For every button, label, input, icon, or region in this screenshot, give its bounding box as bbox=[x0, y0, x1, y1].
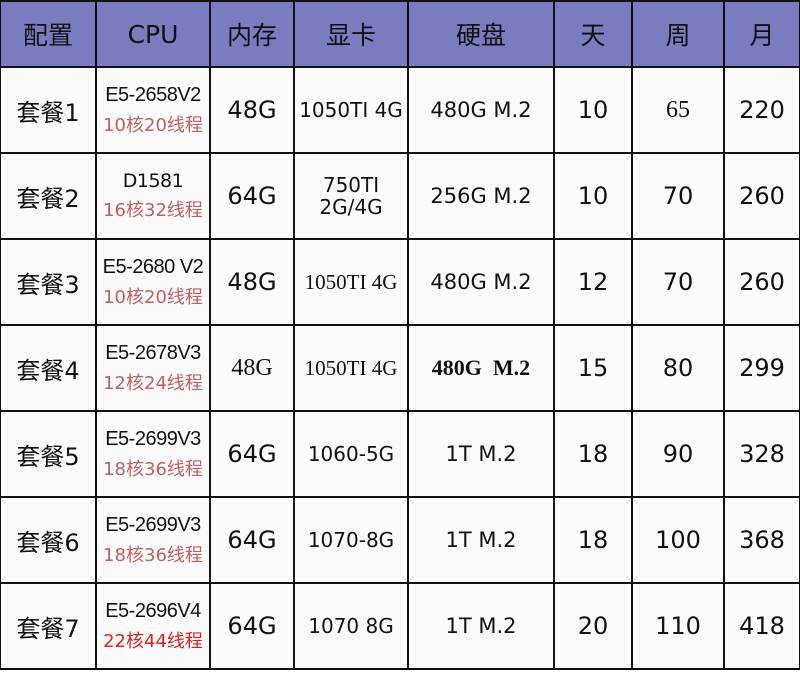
cpu-cell: E5-2678V3 12核24线程 bbox=[95, 324, 211, 412]
disk: 480G M.2 bbox=[407, 238, 555, 326]
package-name: 套餐3 bbox=[0, 238, 97, 326]
disk: 1T M.2 bbox=[407, 582, 555, 670]
price-month: 220 bbox=[723, 66, 800, 154]
table-row: 套餐5 E5-2699V3 18核36线程 64G 1060-5G 1T M.2 … bbox=[0, 410, 800, 498]
cpu-model: E5-2696V4 bbox=[105, 599, 201, 622]
price-week: 70 bbox=[631, 238, 725, 326]
price-day: 15 bbox=[553, 324, 633, 412]
price-month: 260 bbox=[723, 238, 800, 326]
cpu-cell: E5-2699V3 18核36线程 bbox=[95, 410, 211, 498]
cpu-cell: E5-2699V3 18核36线程 bbox=[95, 496, 211, 584]
table-row: 套餐2 D1581 16核32线程 64G 750TI 2G/4G 256G M.… bbox=[0, 152, 800, 240]
cpu-threads: 16核32线程 bbox=[103, 200, 203, 221]
price-day: 18 bbox=[553, 410, 633, 498]
header-row: 配置 CPU 内存 显卡 硬盘 天 周 月 bbox=[0, 0, 800, 68]
header-gpu: 显卡 bbox=[293, 0, 409, 68]
disk: 480G M.2 bbox=[407, 324, 555, 412]
disk: 1T M.2 bbox=[407, 496, 555, 584]
price-month: 328 bbox=[723, 410, 800, 498]
table-row: 套餐1 E5-2658V2 10核20线程 48G 1050TI 4G 480G … bbox=[0, 66, 800, 154]
cpu-threads: 18核36线程 bbox=[103, 544, 203, 566]
gpu: 1050TI 4G bbox=[293, 324, 409, 412]
table-row: 套餐6 E5-2699V3 18核36线程 64G 1070-8G 1T M.2 … bbox=[0, 496, 800, 584]
gpu: 1070-8G bbox=[293, 496, 409, 584]
header-week: 周 bbox=[631, 0, 725, 68]
header-memory: 内存 bbox=[209, 0, 295, 68]
price-month: 368 bbox=[723, 496, 800, 584]
cpu-model: E5-2680 V2 bbox=[102, 255, 204, 278]
price-week: 80 bbox=[631, 324, 725, 412]
cpu-cell: E5-2658V2 10核20线程 bbox=[95, 66, 211, 154]
cpu-cell: E5-2696V4 22核44线程 bbox=[95, 582, 211, 670]
gpu: 1050TI 4G bbox=[293, 238, 409, 326]
memory: 48G bbox=[209, 66, 295, 154]
memory: 64G bbox=[209, 496, 295, 584]
memory: 64G bbox=[209, 152, 295, 240]
disk: 256G M.2 bbox=[407, 152, 555, 240]
cpu-threads: 10核20线程 bbox=[103, 114, 203, 136]
gpu: 1050TI 4G bbox=[293, 66, 409, 154]
cpu-threads: 22核44线程 bbox=[103, 630, 203, 652]
memory: 64G bbox=[209, 410, 295, 498]
price-month: 299 bbox=[723, 324, 800, 412]
disk: 1T M.2 bbox=[407, 410, 555, 498]
pricing-table: 配置 CPU 内存 显卡 硬盘 天 周 月 套餐1 E5-2658V2 10核20… bbox=[0, 0, 800, 670]
memory: 64G bbox=[209, 582, 295, 670]
price-month: 260 bbox=[723, 152, 800, 240]
price-day: 12 bbox=[553, 238, 633, 326]
price-day: 18 bbox=[553, 496, 633, 584]
price-week: 110 bbox=[631, 582, 725, 670]
cpu-model: E5-2699V3 bbox=[105, 427, 201, 450]
cpu-threads: 12核24线程 bbox=[103, 372, 203, 394]
header-month: 月 bbox=[723, 0, 800, 68]
price-week: 90 bbox=[631, 410, 725, 498]
gpu: 1070 8G bbox=[293, 582, 409, 670]
package-name: 套餐2 bbox=[0, 152, 97, 240]
package-name: 套餐5 bbox=[0, 410, 97, 498]
cpu-model: E5-2678V3 bbox=[105, 341, 201, 364]
disk: 480G M.2 bbox=[407, 66, 555, 154]
package-name: 套餐7 bbox=[0, 582, 97, 670]
package-name: 套餐6 bbox=[0, 496, 97, 584]
header-cpu: CPU bbox=[95, 0, 211, 68]
table-row: 套餐4 E5-2678V3 12核24线程 48G 1050TI 4G 480G … bbox=[0, 324, 800, 412]
price-week: 100 bbox=[631, 496, 725, 584]
price-week: 65 bbox=[631, 66, 725, 154]
gpu: 1060-5G bbox=[293, 410, 409, 498]
cpu-model: E5-2658V2 bbox=[105, 83, 201, 106]
cpu-model: D1581 bbox=[122, 170, 184, 192]
table-row: 套餐3 E5-2680 V2 10核20线程 48G 1050TI 4G 480G… bbox=[0, 238, 800, 326]
cpu-threads: 10核20线程 bbox=[103, 286, 203, 308]
cpu-cell: E5-2680 V2 10核20线程 bbox=[95, 238, 211, 326]
price-week: 70 bbox=[631, 152, 725, 240]
header-disk: 硬盘 bbox=[407, 0, 555, 68]
price-month: 418 bbox=[723, 582, 800, 670]
gpu: 750TI 2G/4G bbox=[293, 152, 409, 240]
cpu-model: E5-2699V3 bbox=[105, 513, 201, 536]
price-day: 10 bbox=[553, 66, 633, 154]
header-day: 天 bbox=[553, 0, 633, 68]
package-name: 套餐1 bbox=[0, 66, 97, 154]
cpu-threads: 18核36线程 bbox=[103, 458, 203, 480]
package-name: 套餐4 bbox=[0, 324, 97, 412]
price-day: 10 bbox=[553, 152, 633, 240]
header-config: 配置 bbox=[0, 0, 97, 68]
table-row: 套餐7 E5-2696V4 22核44线程 64G 1070 8G 1T M.2 … bbox=[0, 582, 800, 670]
memory: 48G bbox=[209, 238, 295, 326]
cpu-cell: D1581 16核32线程 bbox=[95, 152, 211, 240]
price-day: 20 bbox=[553, 582, 633, 670]
memory: 48G bbox=[209, 324, 295, 412]
